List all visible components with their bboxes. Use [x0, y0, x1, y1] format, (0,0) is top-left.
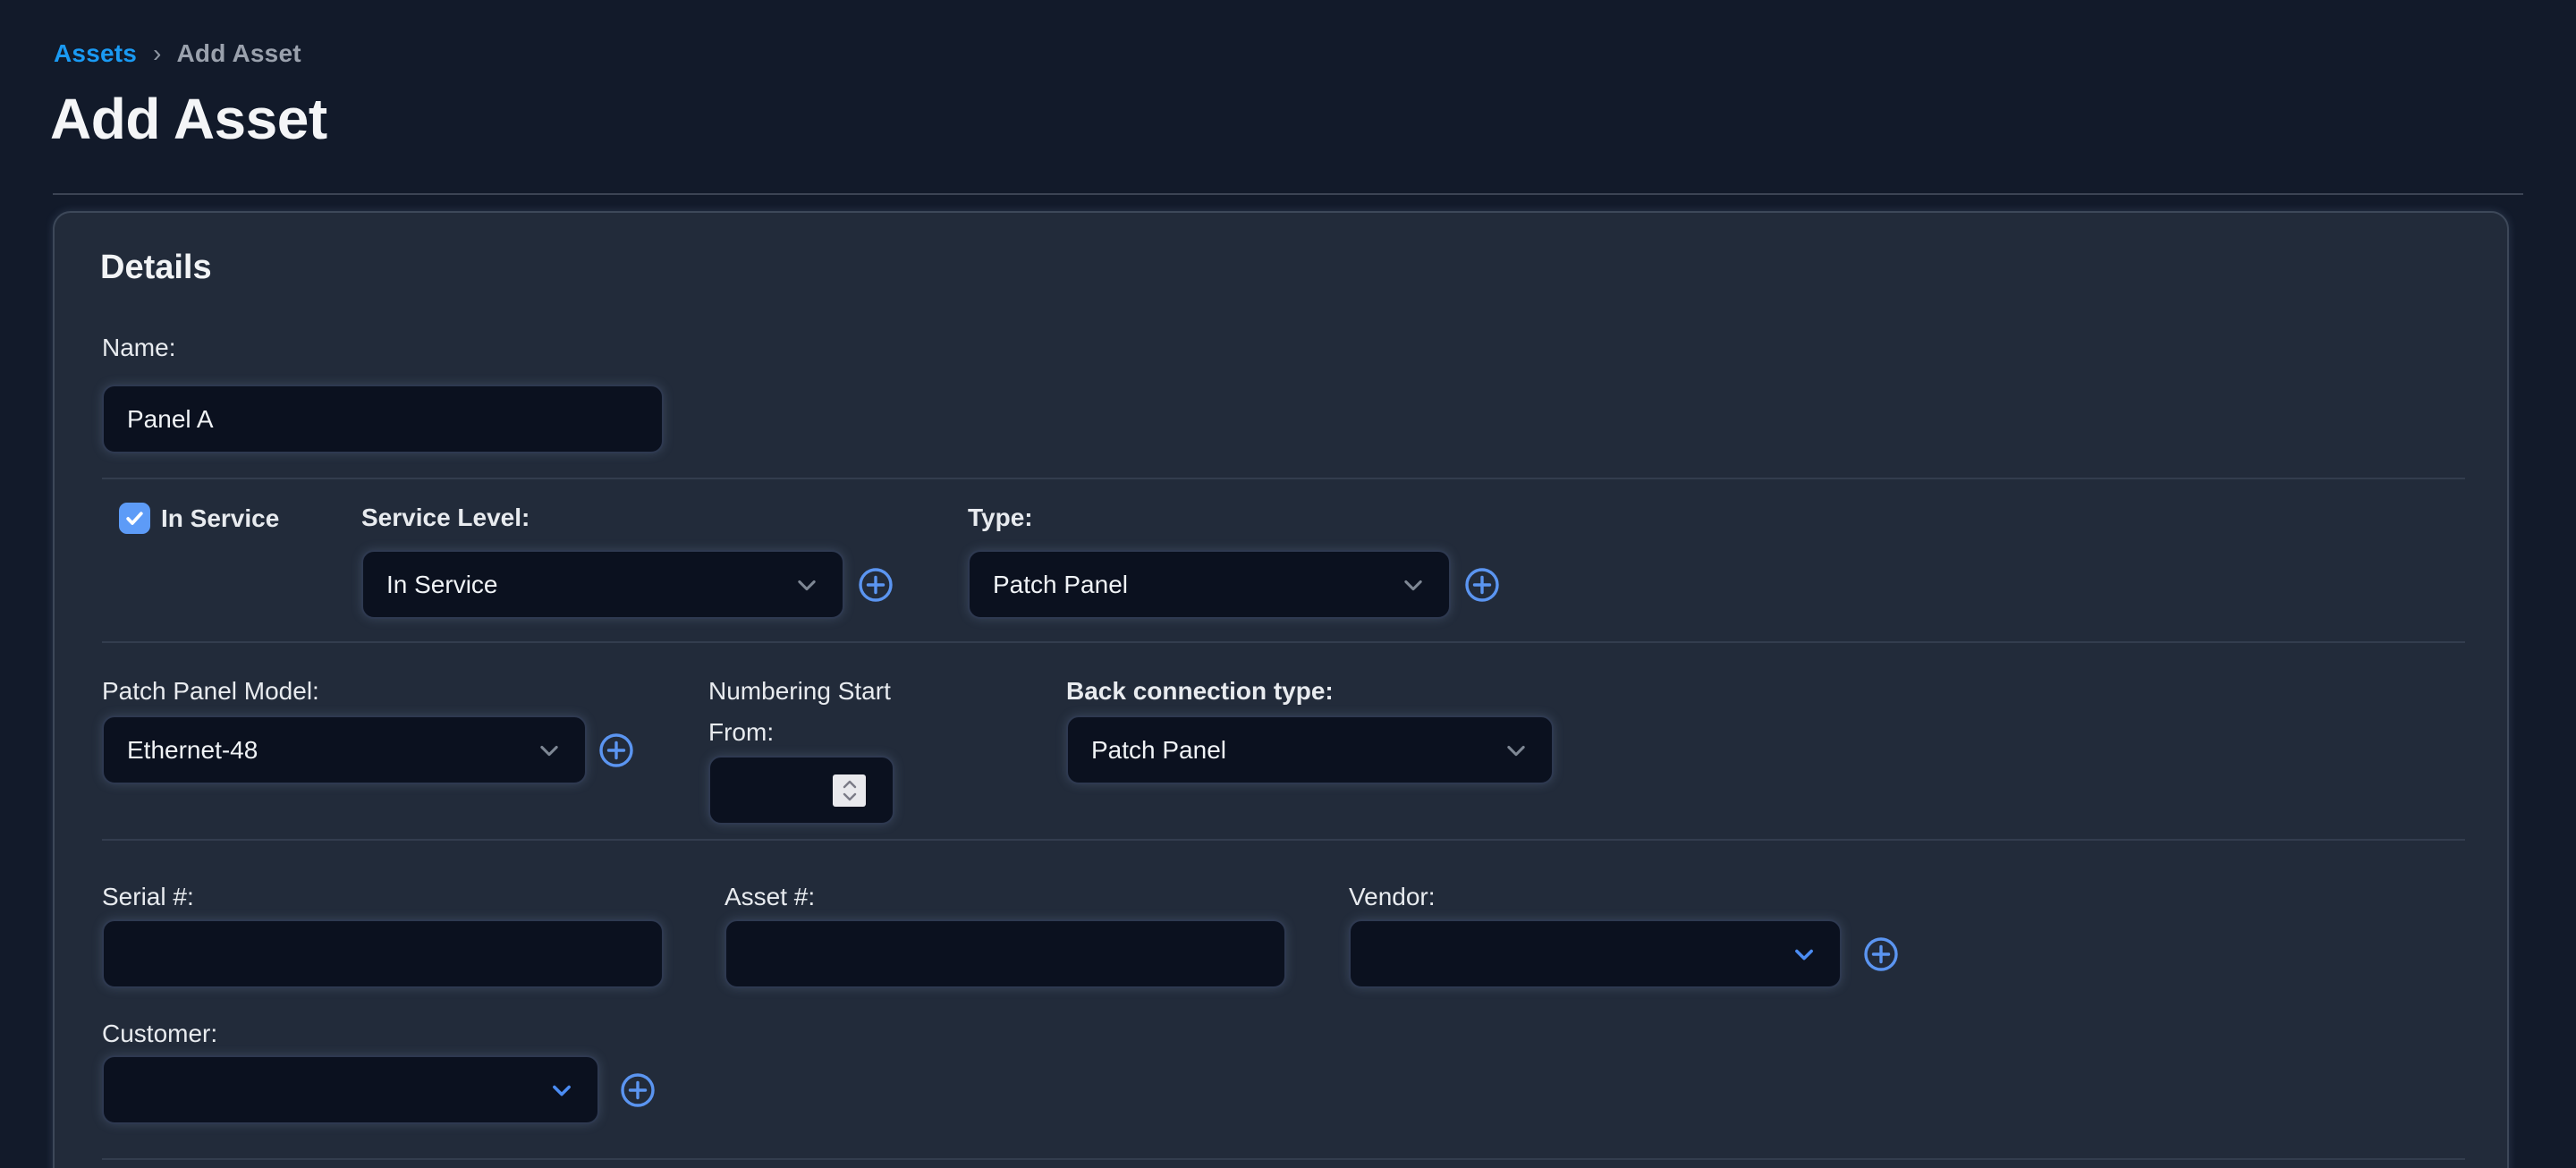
- service-level-label: Service Level:: [361, 497, 530, 538]
- plus-circle-icon: [618, 1071, 657, 1110]
- numbering-start-input[interactable]: [708, 756, 894, 825]
- section-divider: [102, 839, 2465, 841]
- vendor-select[interactable]: [1349, 919, 1842, 988]
- number-stepper-icon: [840, 778, 860, 803]
- in-service-checkbox[interactable]: [119, 503, 150, 534]
- check-icon: [123, 507, 146, 529]
- serial-input[interactable]: [102, 919, 664, 988]
- asset-number-input[interactable]: [724, 919, 1286, 988]
- name-label: Name:: [102, 327, 175, 368]
- chevron-down-icon: [1401, 572, 1426, 597]
- service-level-select[interactable]: In Service: [361, 550, 844, 619]
- serial-label: Serial #:: [102, 876, 194, 918]
- plus-circle-icon: [1861, 935, 1901, 974]
- back-connection-type-label: Back connection type:: [1066, 671, 1334, 712]
- page-title: Add Asset: [50, 86, 327, 152]
- section-divider: [102, 478, 2465, 479]
- add-patch-panel-model-button[interactable]: [597, 731, 636, 770]
- chevron-down-icon: [549, 1078, 574, 1103]
- plus-circle-icon: [597, 731, 636, 770]
- header-divider: [53, 193, 2523, 195]
- breadcrumb-current: Add Asset: [177, 39, 301, 67]
- customer-label: Customer:: [102, 1013, 217, 1054]
- chevron-down-icon: [1504, 738, 1529, 763]
- back-connection-type-value: Patch Panel: [1091, 736, 1226, 765]
- card-title: Details: [100, 249, 212, 287]
- breadcrumb-link-assets[interactable]: Assets: [54, 39, 137, 67]
- section-divider: [102, 1158, 2465, 1160]
- breadcrumb: Assets › Add Asset: [54, 39, 301, 68]
- add-asset-page: Assets › Add Asset Add Asset Details Nam…: [0, 0, 2576, 1168]
- add-vendor-button[interactable]: [1861, 935, 1901, 974]
- asset-number-label: Asset #:: [724, 876, 815, 918]
- type-value: Patch Panel: [993, 571, 1128, 599]
- numbering-start-label: Numbering Start From:: [708, 671, 923, 753]
- in-service-label: In Service: [161, 498, 279, 539]
- customer-select[interactable]: [102, 1055, 599, 1124]
- patch-panel-model-select[interactable]: Ethernet-48: [102, 715, 587, 784]
- number-stepper[interactable]: [833, 774, 866, 807]
- details-card: Details Name: In Service Service Level: …: [53, 211, 2509, 1168]
- chevron-down-icon: [537, 738, 562, 763]
- breadcrumb-separator: ›: [153, 39, 162, 67]
- service-level-value: In Service: [386, 571, 498, 599]
- patch-panel-model-value: Ethernet-48: [127, 736, 258, 765]
- section-divider: [102, 641, 2465, 643]
- patch-panel-model-label: Patch Panel Model:: [102, 671, 319, 712]
- back-connection-type-select[interactable]: Patch Panel: [1066, 715, 1554, 784]
- add-customer-button[interactable]: [618, 1071, 657, 1110]
- name-input[interactable]: [102, 385, 664, 453]
- plus-circle-icon: [1462, 565, 1502, 605]
- type-select[interactable]: Patch Panel: [968, 550, 1451, 619]
- chevron-down-icon: [1792, 942, 1817, 967]
- chevron-down-icon: [794, 572, 819, 597]
- plus-circle-icon: [856, 565, 895, 605]
- add-type-button[interactable]: [1462, 565, 1502, 605]
- vendor-label: Vendor:: [1349, 876, 1436, 918]
- type-label: Type:: [968, 497, 1033, 538]
- numbering-start-field: [708, 756, 894, 825]
- add-service-level-button[interactable]: [856, 565, 895, 605]
